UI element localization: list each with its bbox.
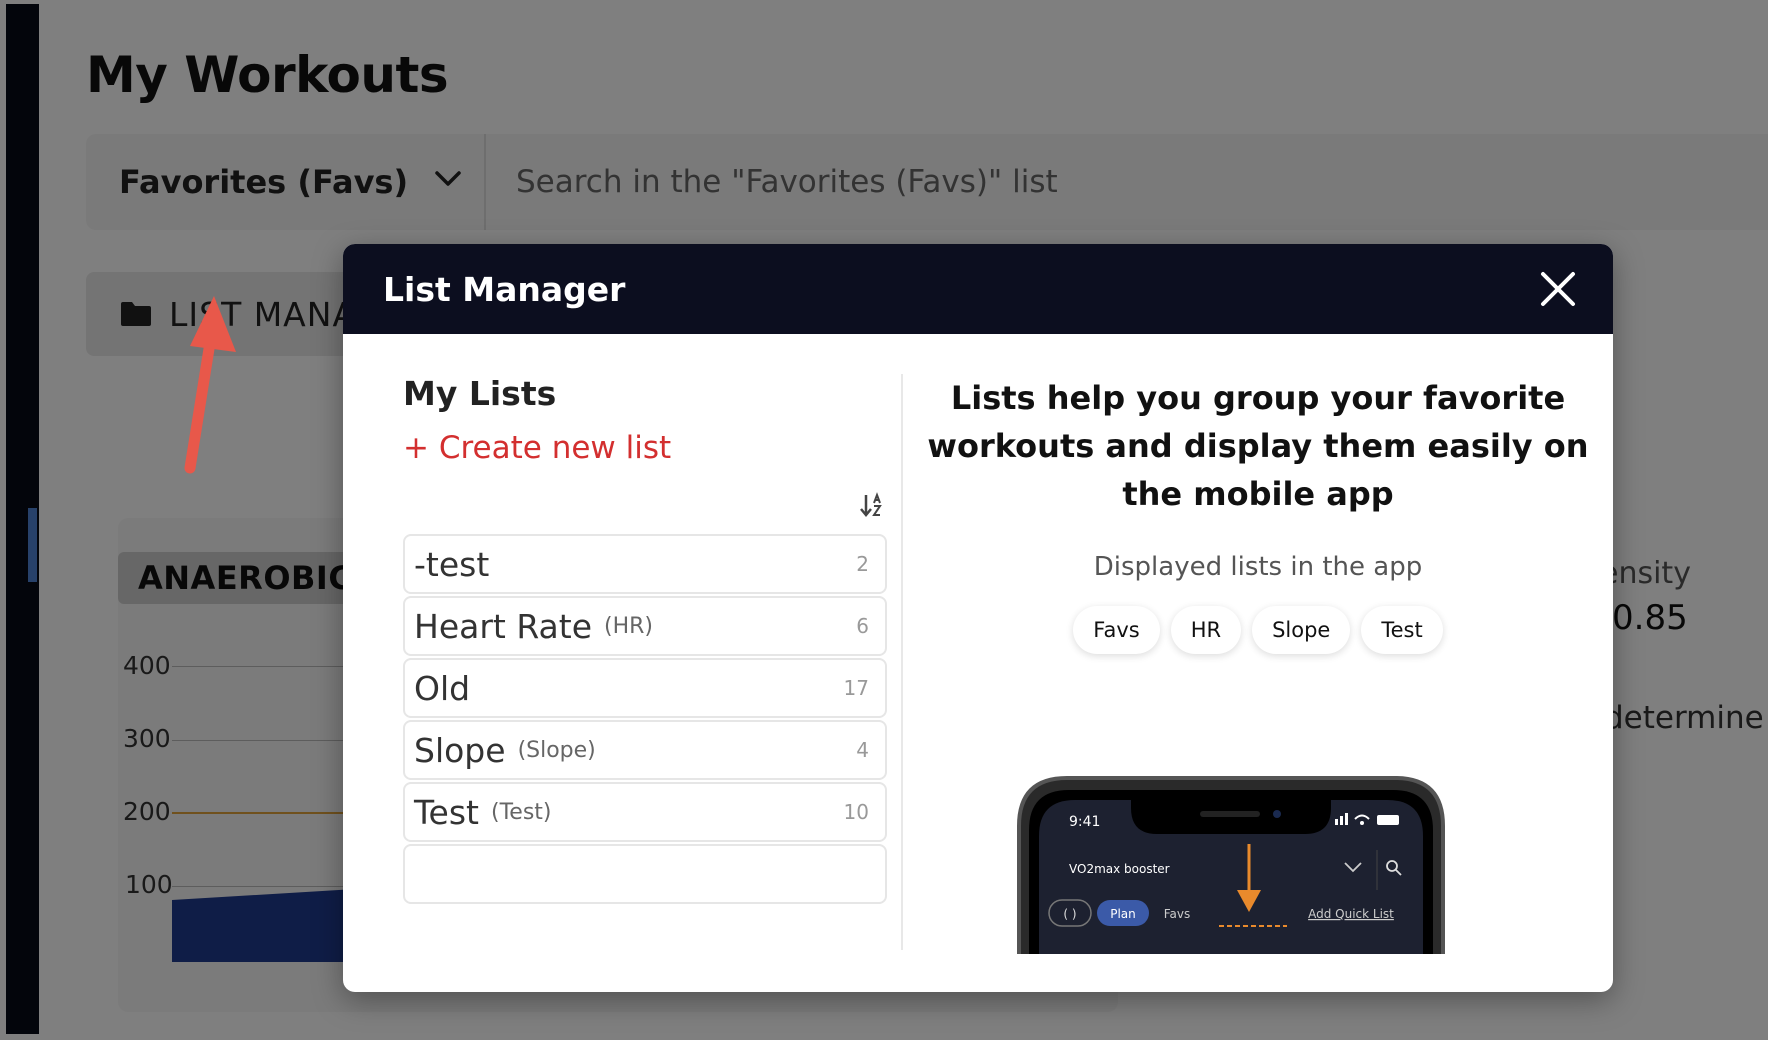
close-icon[interactable] <box>1535 266 1581 312</box>
list-item[interactable]: Slope (Slope) 4 <box>403 720 887 780</box>
info-panel: Lists help you group your favorite worko… <box>923 334 1593 992</box>
displayed-list-chip: HR <box>1170 606 1242 654</box>
list-manager-modal: List Manager My Lists + Create new list … <box>343 244 1613 992</box>
list-item-count: 6 <box>856 614 869 638</box>
create-new-list-link[interactable]: + Create new list <box>403 430 671 466</box>
displayed-list-chip: Slope <box>1252 606 1351 654</box>
displayed-list-chip: Test <box>1361 606 1443 654</box>
displayed-lists-label: Displayed lists in the app <box>1093 552 1423 582</box>
sort-alpha-icon[interactable] <box>859 492 885 518</box>
list-item-count: 10 <box>843 800 869 824</box>
list-item[interactable] <box>403 844 887 904</box>
help-text: Lists help you group your favorite worko… <box>927 379 1589 513</box>
list-item-tag: (Slope) <box>517 737 596 763</box>
list-item-name: Test <box>414 792 479 832</box>
phone-tab-favs: Favs <box>1164 907 1191 921</box>
list-item-name: Old <box>414 668 471 708</box>
list-item-name: Slope <box>414 730 506 770</box>
list-item[interactable]: Heart Rate (HR) 6 <box>403 596 887 656</box>
list-item-name: -test <box>414 544 490 584</box>
phone-add-quick-list: Add Quick List <box>1308 907 1394 921</box>
modal-header: List Manager <box>343 244 1613 334</box>
displayed-lists: Favs HR Slope Test <box>923 606 1593 654</box>
lists-container[interactable]: -test 2 Heart Rate (HR) 6 Old 17 Slope (… <box>403 534 887 904</box>
list-item-count: 2 <box>856 552 869 576</box>
my-lists-title: My Lists <box>403 374 557 413</box>
column-divider <box>901 374 903 950</box>
list-item-tag: (HR) <box>604 613 654 639</box>
list-item-tag: (Test) <box>491 799 552 825</box>
list-item[interactable]: Test (Test) 10 <box>403 782 887 842</box>
list-item-count: 17 <box>843 676 869 700</box>
list-item[interactable]: -test 2 <box>403 534 887 594</box>
my-lists-panel: My Lists + Create new list -test 2 Heart… <box>403 334 903 992</box>
displayed-list-chip: Favs <box>1073 606 1160 654</box>
modal-title: List Manager <box>383 270 626 309</box>
list-item-name: Heart Rate <box>414 606 593 646</box>
annotation-arrow-icon <box>184 296 236 474</box>
list-item[interactable]: Old 17 <box>403 658 887 718</box>
phone-preview: 9:41 VO2max booster ( ) Plan Favs Add Qu… <box>1017 776 1445 954</box>
phone-tab-plan: Plan <box>1110 907 1136 921</box>
svg-text:( ): ( ) <box>1063 907 1076 921</box>
list-item-count: 4 <box>856 738 869 762</box>
phone-workout-name: VO2max booster <box>1069 862 1170 876</box>
phone-time: 9:41 <box>1069 814 1100 830</box>
